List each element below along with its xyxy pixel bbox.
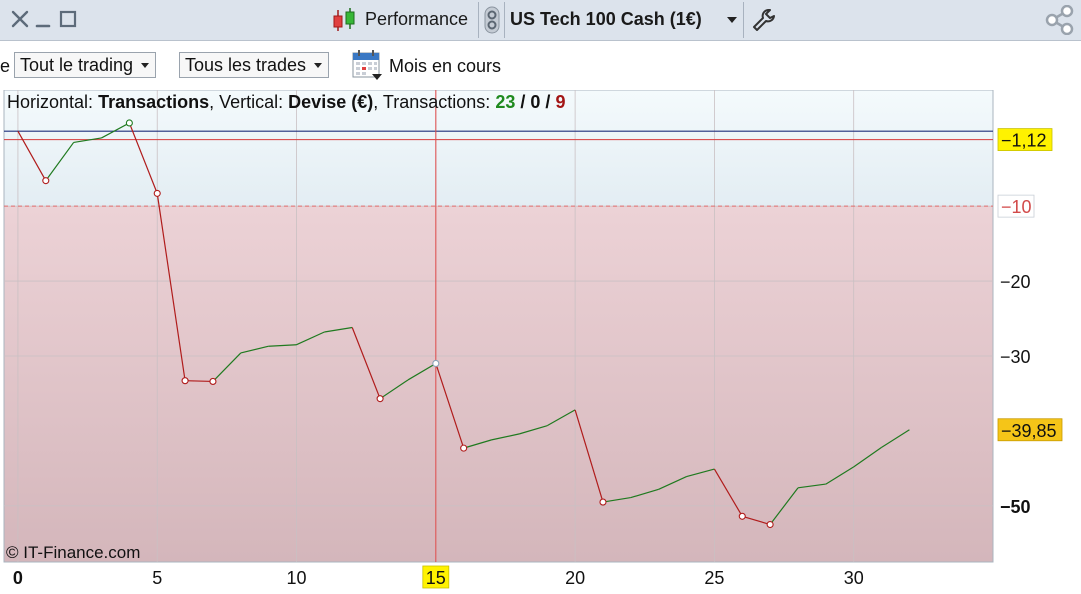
header-comma: ,: [209, 92, 220, 112]
series-segment-down: [185, 380, 213, 383]
performance-chart[interactable]: 0 5 10 20 25 30 15 −20 −30 −50 −10 −1,12 −39,85: [0, 90, 1081, 594]
data-point-marker: [42, 177, 50, 185]
separator: [743, 2, 744, 38]
trades-filter-dropdown[interactable]: Tous les trades: [179, 52, 330, 78]
x-tick-label: 0: [13, 568, 23, 588]
data-point-marker: [376, 395, 384, 403]
losing-transactions-count: 9: [555, 92, 566, 112]
zone-below-threshold: [4, 206, 993, 562]
data-point-marker: [209, 377, 217, 385]
x-tick-label: 30: [844, 568, 864, 588]
separator: [504, 2, 505, 38]
left-cut-text: e: [0, 56, 11, 76]
data-point-marker: [766, 520, 774, 529]
chevron-down-icon: [314, 63, 323, 68]
x-tick-label: 10: [287, 568, 307, 588]
trading-filter-label: Tout le trading: [20, 55, 134, 75]
separator-slash: /: [520, 92, 526, 112]
data-point-marker: [125, 119, 133, 127]
minimize-icon[interactable]: [34, 9, 54, 29]
chevron-down-icon: [141, 63, 150, 68]
data-point-marker: [460, 444, 468, 452]
title-bar: Performance US Tech 100 Cash (1€): [0, 0, 1081, 41]
candlestick-icon[interactable]: [330, 7, 358, 33]
last-value-label: −39,85: [1001, 421, 1057, 441]
link-icon[interactable]: [484, 6, 500, 34]
crosshair-x-label: 15: [426, 568, 446, 588]
transactions-label: Transactions:: [382, 92, 491, 112]
neutral-transactions-count: 0: [530, 92, 541, 112]
header-comma: ,: [373, 92, 383, 112]
chart-header: Horizontal: Transactions, Vertical: Devi…: [7, 92, 565, 113]
toolbar: e Tout le trading Tous les trades Mois e…: [0, 41, 1081, 90]
separator-slash: /: [545, 92, 551, 112]
y-tick-label: −50: [1000, 497, 1031, 517]
separator: [478, 2, 479, 38]
chevron-down-icon[interactable]: [727, 17, 737, 23]
horizontal-axis-label: Horizontal:: [7, 92, 94, 112]
share-icon[interactable]: [1044, 4, 1076, 36]
close-icon[interactable]: [10, 9, 30, 29]
data-point-marker: [738, 512, 746, 520]
current-value-label: −1,12: [1001, 131, 1047, 151]
x-tick-label: 5: [152, 568, 162, 588]
instrument-selector[interactable]: US Tech 100 Cash (1€): [510, 9, 702, 30]
winning-transactions-count: 23: [495, 92, 516, 112]
vertical-axis-value: Devise (€): [288, 92, 374, 112]
maximize-icon[interactable]: [58, 9, 78, 29]
wrench-icon[interactable]: [751, 7, 777, 33]
horizontal-axis-value: Transactions: [98, 92, 210, 112]
vertical-axis-label: Vertical:: [219, 92, 284, 112]
performance-view-label[interactable]: Performance: [365, 9, 468, 30]
y-tick-label: −30: [1000, 347, 1031, 367]
calendar-icon[interactable]: [351, 49, 383, 81]
x-tick-label: 20: [565, 568, 585, 588]
x-tick-label: 25: [704, 568, 724, 588]
trading-filter-dropdown[interactable]: Tout le trading: [14, 52, 157, 78]
data-point-marker: [599, 498, 607, 506]
data-point-marker: [432, 359, 440, 368]
y-tick-label: −20: [1000, 272, 1031, 292]
copyright-text: © IT-Finance.com: [6, 543, 141, 562]
trades-filter-label: Tous les trades: [185, 55, 307, 75]
data-point-marker: [181, 377, 189, 385]
threshold-label: −10: [1001, 197, 1032, 217]
period-label[interactable]: Mois en cours: [389, 56, 501, 77]
data-point-marker: [153, 189, 161, 197]
